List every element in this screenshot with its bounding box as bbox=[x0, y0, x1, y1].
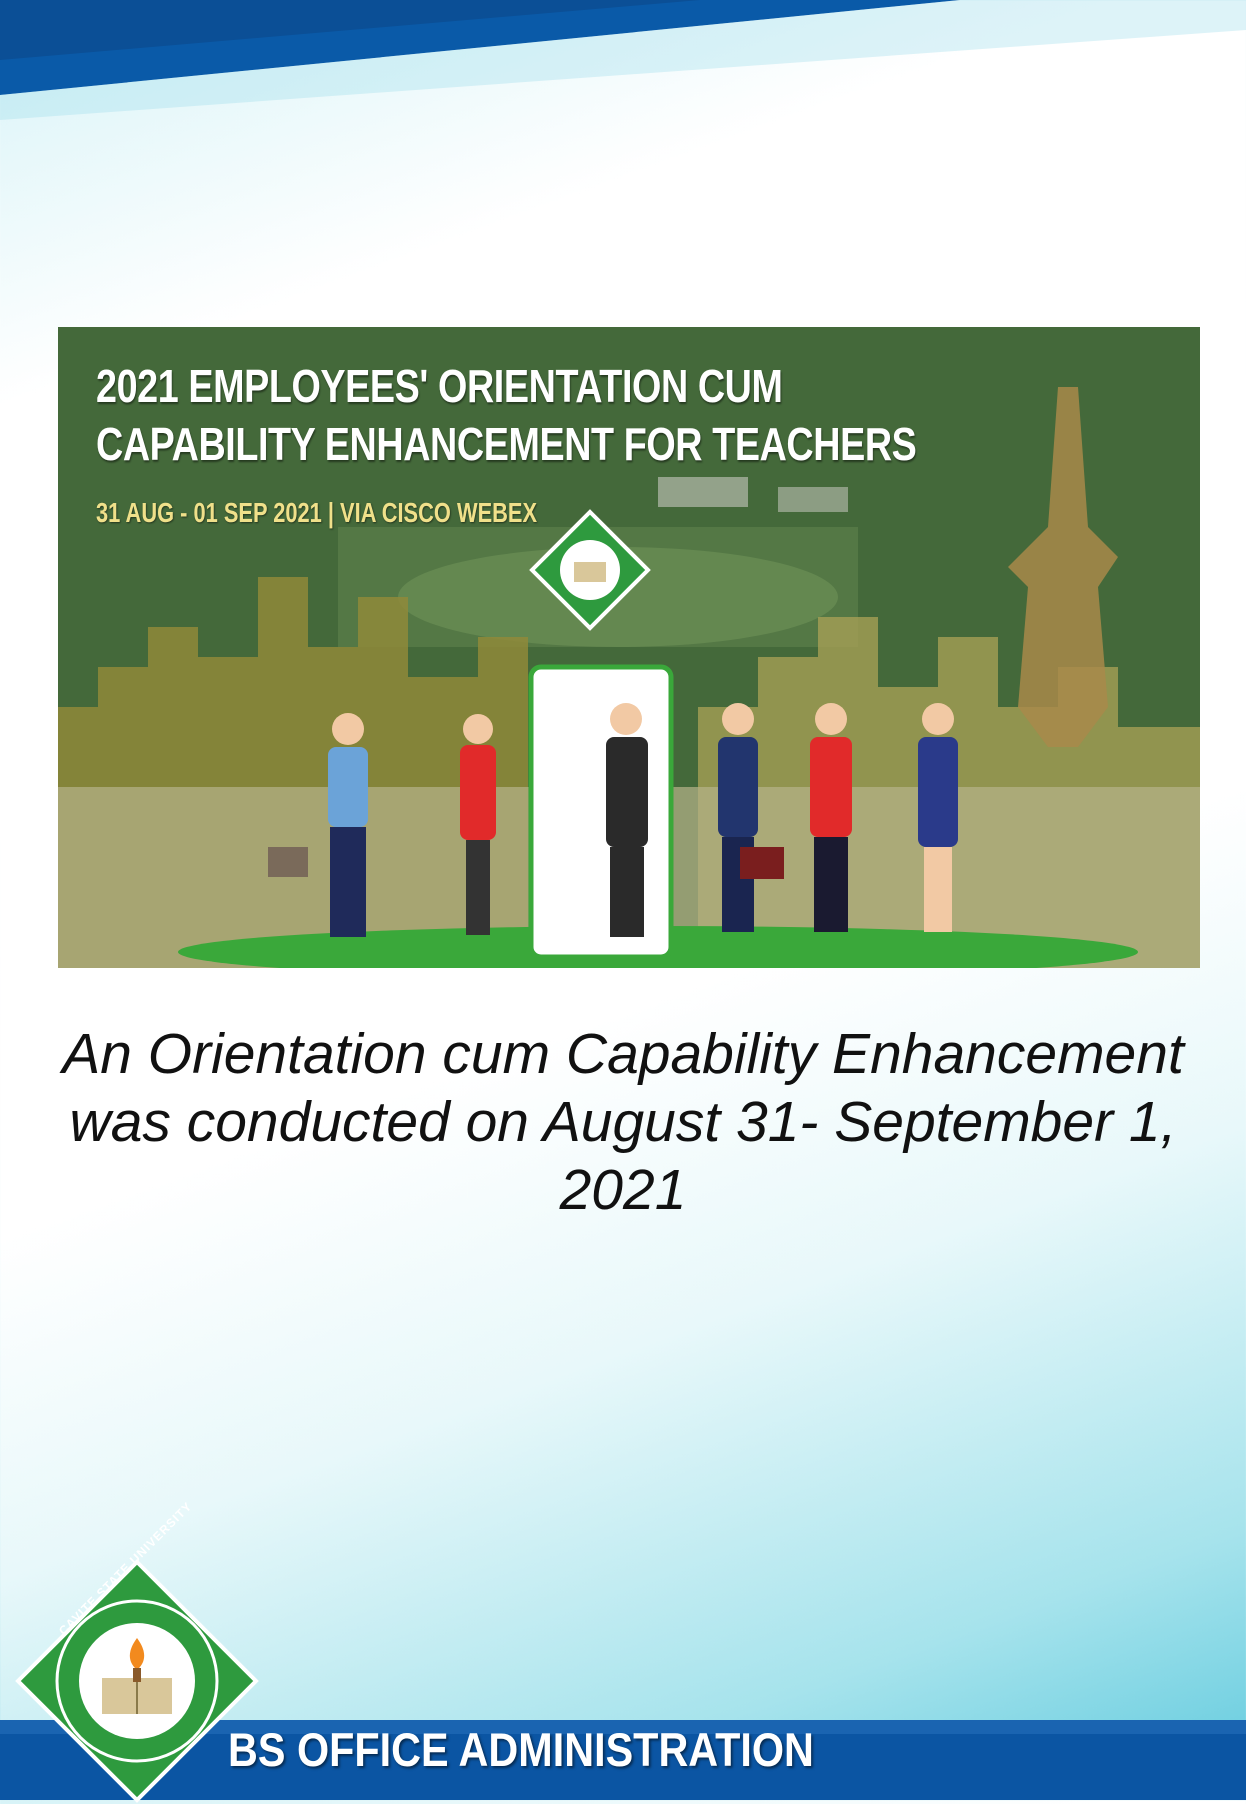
caption-text: An Orientation cum Capability Enhancemen… bbox=[62, 1022, 1184, 1222]
event-banner: 2021 EMPLOYEES' ORIENTATION CUM CAPABILI… bbox=[58, 327, 1200, 968]
university-seal-icon bbox=[15, 1559, 259, 1803]
banner-title-line2: CAPABILITY ENHANCEMENT FOR TEACHERS bbox=[96, 418, 917, 470]
program-name: BS OFFICE ADMINISTRATION bbox=[228, 1723, 814, 1776]
banner-subtitle: 31 AUG - 01 SEP 2021 | VIA CISCO WEBEX bbox=[96, 497, 538, 528]
top-decorative-band bbox=[0, 0, 1246, 120]
banner-title: 2021 EMPLOYEES' ORIENTATION CUM CAPABILI… bbox=[96, 357, 917, 473]
banner-title-line1: 2021 EMPLOYEES' ORIENTATION CUM bbox=[96, 360, 783, 412]
